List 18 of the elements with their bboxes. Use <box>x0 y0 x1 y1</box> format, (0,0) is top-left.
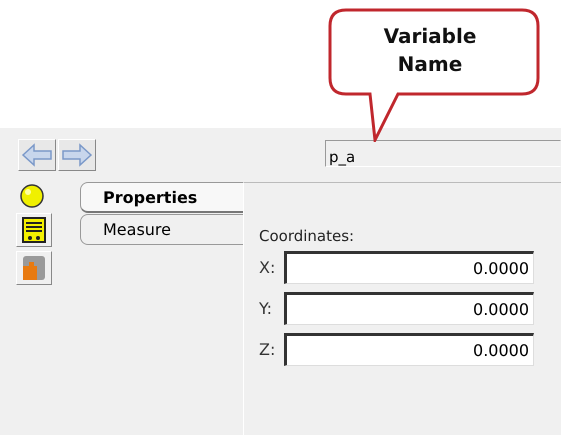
axis-label: Y: <box>259 299 274 318</box>
left-arrow-icon <box>21 143 53 167</box>
panel-icon <box>22 217 46 243</box>
ball-icon <box>18 183 46 209</box>
right-arrow-icon <box>61 143 93 167</box>
coordinate-field[interactable]: 0.0000 <box>284 333 534 366</box>
tab[interactable]: Properties <box>80 182 243 213</box>
axis-label: X: <box>259 258 276 277</box>
forward-button[interactable] <box>58 139 96 171</box>
axis-label: Z: <box>259 340 276 359</box>
puzzle-icon <box>21 254 47 282</box>
callout-text: Variable Name <box>382 23 478 78</box>
tab[interactable]: Measure <box>80 214 243 245</box>
coordinate-field[interactable]: 0.0000 <box>284 251 534 284</box>
coordinate-field[interactable]: 0.0000 <box>284 292 534 325</box>
back-button[interactable] <box>18 139 56 171</box>
variable-name-field[interactable]: p_a <box>325 140 561 167</box>
coordinates-label: Coordinates: <box>259 227 356 245</box>
